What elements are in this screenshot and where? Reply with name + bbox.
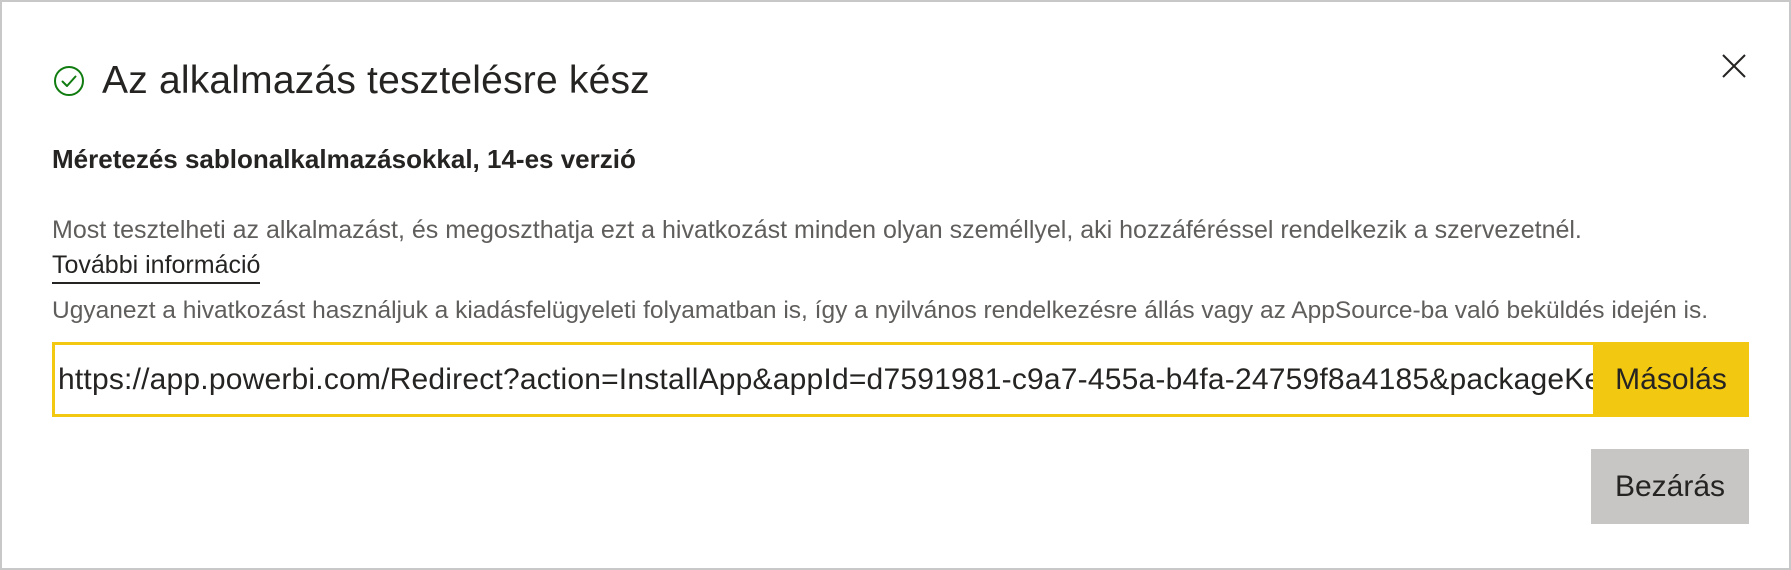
app-ready-dialog: Az alkalmazás tesztelésre kész Méretezés… <box>0 0 1791 570</box>
learn-more-link[interactable]: További információ <box>52 248 261 284</box>
check-circle-icon <box>52 64 86 98</box>
dialog-header: Az alkalmazás tesztelésre kész <box>52 56 650 106</box>
install-link-input[interactable] <box>52 342 1593 417</box>
share-description: Most tesztelheti az alkalmazást, és mego… <box>52 216 1582 244</box>
install-link-row: Másolás <box>52 342 1749 417</box>
close-dialog-button[interactable] <box>1714 48 1754 88</box>
dialog-title: Az alkalmazás tesztelésre kész <box>102 59 650 102</box>
copy-button[interactable]: Másolás <box>1593 342 1749 417</box>
close-icon[interactable] <box>1721 53 1747 84</box>
app-version-heading: Méretezés sablonalkalmazásokkal, 14-es v… <box>52 144 636 174</box>
close-button[interactable]: Bezárás <box>1591 449 1749 524</box>
release-note: Ugyanezt a hivatkozást használjuk a kiad… <box>52 297 1709 324</box>
